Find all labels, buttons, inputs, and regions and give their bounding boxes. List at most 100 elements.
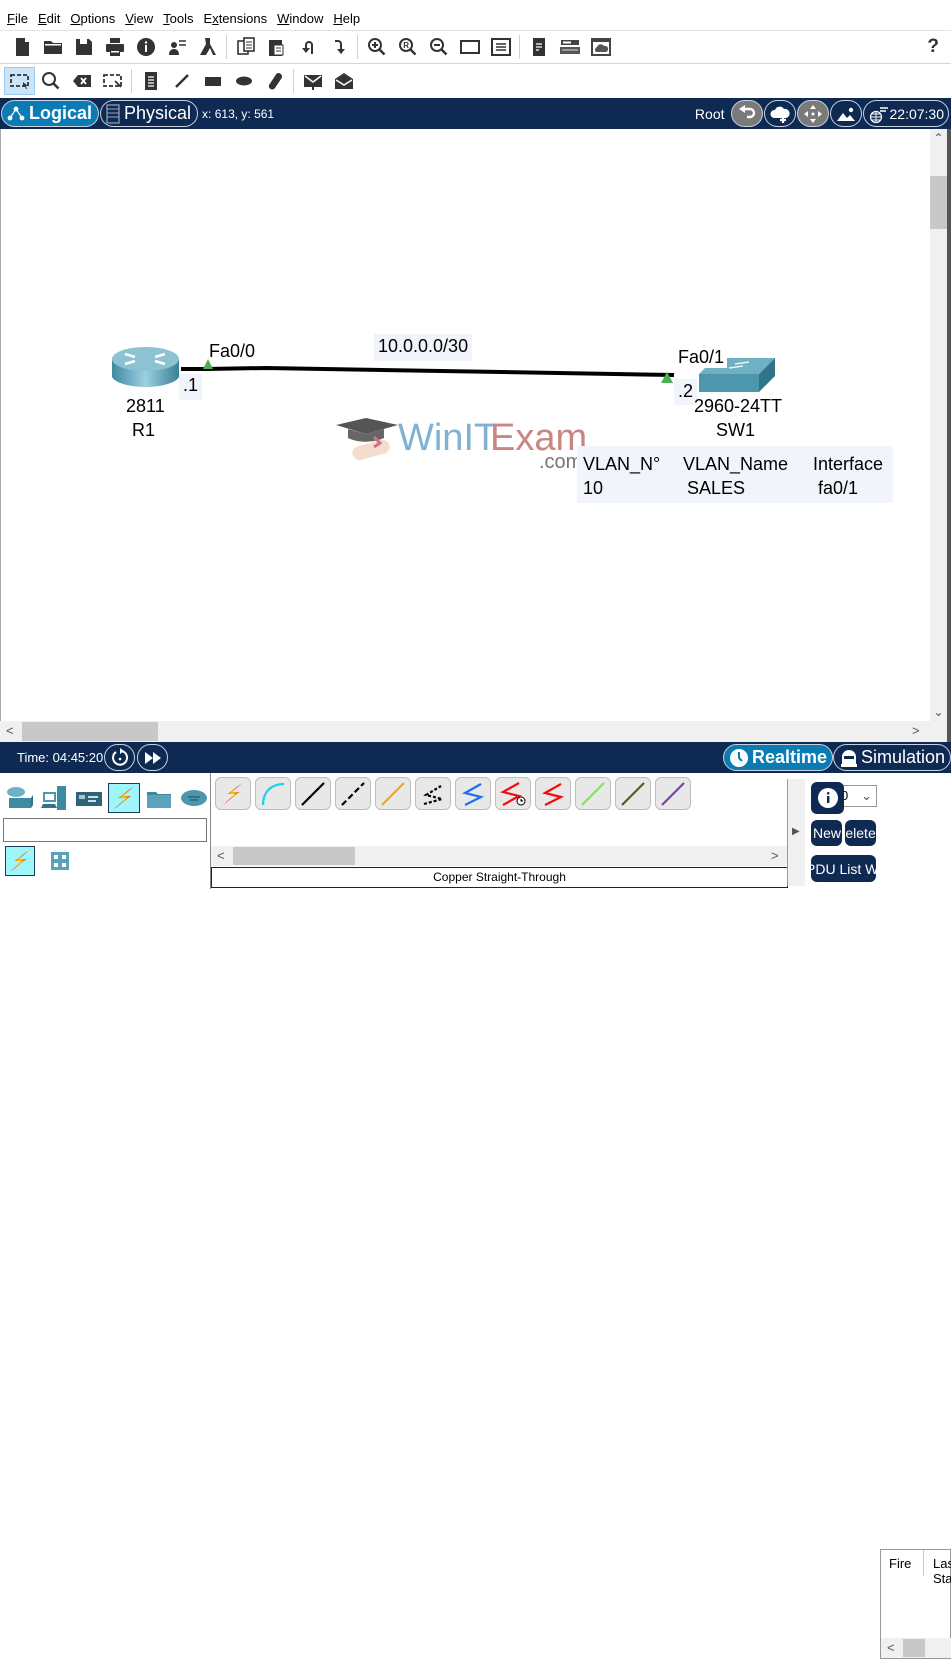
power-cycle-button[interactable] <box>104 744 135 771</box>
undo-button[interactable] <box>292 33 323 61</box>
scroll-down-arrow[interactable]: ⌄ <box>930 705 947 719</box>
pdu-table-scrollbar[interactable]: < <box>881 1638 951 1658</box>
scroll-left-arrow[interactable]: < <box>887 1640 895 1655</box>
new-cluster-button[interactable] <box>763 100 796 127</box>
network-info-button[interactable] <box>161 33 192 61</box>
scenario-info-button[interactable] <box>811 782 844 814</box>
cable-serial-dte[interactable] <box>535 777 571 810</box>
category-connections[interactable] <box>108 783 140 813</box>
pdu-list-window-button[interactable]: PDU List Window <box>811 855 876 882</box>
resize-shape-tool[interactable] <box>97 67 128 95</box>
print-button[interactable] <box>99 33 130 61</box>
freeform-icon <box>268 73 282 90</box>
cloud-window-button[interactable] <box>585 33 616 61</box>
category-end-devices[interactable] <box>38 783 70 813</box>
canvas-horizontal-scrollbar[interactable]: < > <box>0 721 930 742</box>
cable-scroll-right[interactable]: > <box>771 848 779 863</box>
menu-view[interactable]: View <box>120 11 158 27</box>
custom-device-button[interactable] <box>485 33 516 61</box>
physical-tab[interactable]: Physical <box>100 100 199 127</box>
subcategory-connections[interactable] <box>5 846 35 876</box>
inspect-tool[interactable] <box>35 67 66 95</box>
redo-button[interactable] <box>323 33 354 61</box>
scroll-up-arrow[interactable]: ⌃ <box>930 131 947 145</box>
cable-phone[interactable] <box>415 777 451 810</box>
delete-tool[interactable] <box>66 67 97 95</box>
select-tool[interactable] <box>4 67 35 95</box>
activity-flask-button[interactable] <box>192 33 223 61</box>
set-background-button[interactable] <box>829 100 862 127</box>
router-r1[interactable] <box>111 345 181 393</box>
add-simple-pdu-tool[interactable] <box>297 67 328 95</box>
cable-copper-cross[interactable] <box>335 777 371 810</box>
cable-scrollbar[interactable]: < > <box>211 846 788 866</box>
draw-freeform-tool[interactable] <box>259 67 290 95</box>
pdu-scroll-thumb[interactable] <box>903 1639 925 1657</box>
device-list-button[interactable] <box>554 33 585 61</box>
logical-tab[interactable]: Logical <box>1 100 100 127</box>
save-button[interactable] <box>68 33 99 61</box>
device-search-input[interactable] <box>3 818 207 842</box>
draw-rectangle-tool[interactable] <box>197 67 228 95</box>
zoom-in-button[interactable] <box>361 33 392 61</box>
open-button[interactable] <box>37 33 68 61</box>
scroll-left-arrow[interactable]: < <box>6 723 14 738</box>
cable-octal[interactable] <box>575 777 611 810</box>
menu-tools[interactable]: Tools <box>158 11 198 27</box>
canvas-vertical-scrollbar[interactable]: ⌃ ⌄ <box>930 129 947 721</box>
menu-file[interactable]: File <box>2 11 33 27</box>
category-components[interactable] <box>73 783 105 813</box>
simulation-mode-tab[interactable]: Simulation <box>833 744 951 771</box>
cable-copper-straight[interactable] <box>295 777 331 810</box>
scroll-right-arrow[interactable]: > <box>912 723 920 738</box>
viewport-clock[interactable]: 22:07:30 <box>862 100 949 127</box>
horizontal-scroll-thumb[interactable] <box>22 722 158 741</box>
delete-scenario-button[interactable]: Delete <box>845 820 876 846</box>
cable-coaxial[interactable] <box>455 777 491 810</box>
activity-wizard-button[interactable] <box>130 33 161 61</box>
cable-usb[interactable] <box>655 777 691 810</box>
cable-scroll-thumb[interactable] <box>233 847 355 865</box>
add-complex-pdu-tool[interactable] <box>328 67 359 95</box>
drawing-palette-button[interactable] <box>454 33 485 61</box>
cable-automatic[interactable] <box>215 777 251 810</box>
category-multiuser[interactable] <box>178 783 210 813</box>
help-button[interactable]: ? <box>927 36 939 58</box>
zoom-reset-button[interactable]: R <box>392 33 423 61</box>
new-scenario-button[interactable]: New <box>811 820 842 846</box>
device-subcategories <box>5 846 75 876</box>
logical-workspace-canvas[interactable]: 2811 R1 Fa0/0 .1 10.0.0.0/30 Fa0/1 .2 29… <box>0 129 930 721</box>
menu-extensions[interactable]: Extensions <box>199 11 273 27</box>
cable-iot-custom[interactable] <box>615 777 651 810</box>
draw-line-tool[interactable] <box>166 67 197 95</box>
paste-button[interactable] <box>261 33 292 61</box>
cable-fiber[interactable] <box>375 777 411 810</box>
new-file-button[interactable] <box>6 33 37 61</box>
draw-ellipse-tool[interactable] <box>228 67 259 95</box>
cable-serial-dce[interactable] <box>495 777 531 810</box>
lightning-icon <box>9 849 30 873</box>
cable-scroll-left[interactable]: < <box>217 848 225 863</box>
cable-console[interactable] <box>255 777 291 810</box>
subcategory-structured-cabling[interactable] <box>45 846 75 876</box>
move-object-button[interactable] <box>796 100 829 127</box>
vertical-scroll-thumb[interactable] <box>930 176 947 229</box>
place-note-tool[interactable] <box>135 67 166 95</box>
usb-cable-icon <box>661 781 685 806</box>
category-miscellaneous[interactable] <box>143 783 175 813</box>
category-network-devices[interactable] <box>3 783 35 813</box>
link-line[interactable] <box>181 365 675 377</box>
realtime-mode-tab[interactable]: Realtime <box>723 744 834 771</box>
vlan-note[interactable]: VLAN_N° VLAN_Name Interface 10 SALES fa0… <box>577 446 893 503</box>
main-toolbar: R ? <box>0 30 951 63</box>
menu-help[interactable]: Help <box>328 11 365 27</box>
fast-forward-button[interactable] <box>137 744 168 771</box>
menu-window[interactable]: Window <box>272 11 328 27</box>
viewport-button[interactable] <box>523 33 554 61</box>
menu-options[interactable]: Options <box>65 11 120 27</box>
back-button[interactable] <box>730 100 763 127</box>
menu-edit[interactable]: Edit <box>33 11 65 27</box>
copy-button[interactable] <box>230 33 261 61</box>
panel-collapse-toggle[interactable]: ▶ <box>787 779 805 886</box>
zoom-out-button[interactable] <box>423 33 454 61</box>
